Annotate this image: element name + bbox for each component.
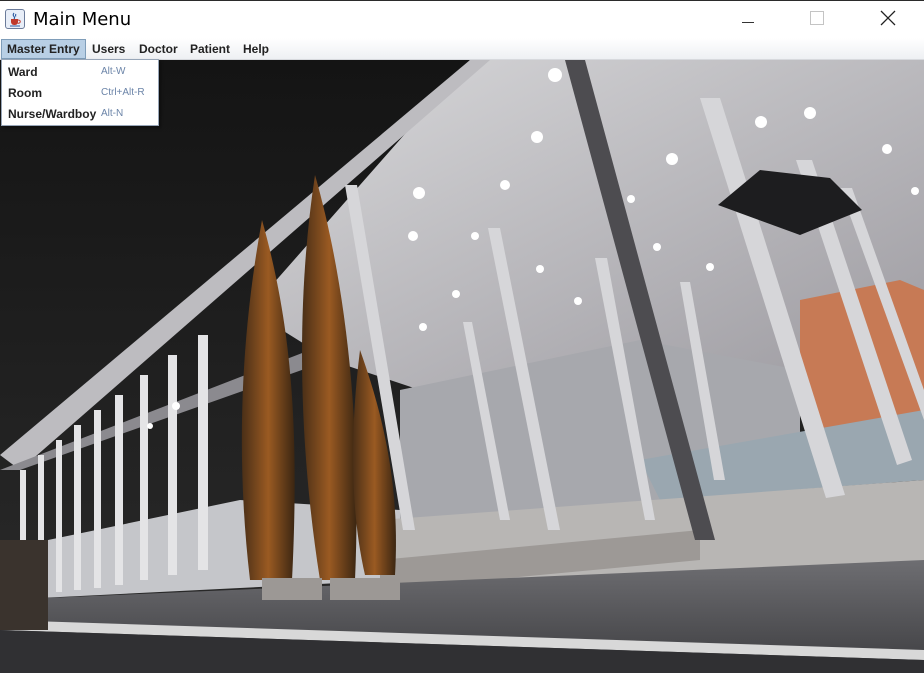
menu-bar: Master Entry Users Doctor Patient Help	[0, 38, 924, 60]
maximize-icon	[810, 10, 824, 30]
menu-help[interactable]: Help	[238, 39, 274, 59]
minimize-icon	[742, 11, 754, 29]
menu-patient[interactable]: Patient	[185, 39, 235, 59]
master-entry-dropdown: Ward Alt-W Room Ctrl+Alt-R Nurse/Wardboy…	[1, 59, 159, 126]
menu-item-room[interactable]: Room Ctrl+Alt-R	[2, 83, 158, 104]
close-icon	[880, 10, 896, 31]
window-title: Main Menu	[33, 9, 132, 30]
close-button[interactable]	[865, 2, 911, 38]
menu-users[interactable]: Users	[87, 39, 130, 59]
minimize-button[interactable]	[725, 2, 771, 38]
background-photo	[0, 60, 924, 673]
menu-doctor[interactable]: Doctor	[134, 39, 183, 59]
menu-item-room-label: Room	[8, 86, 42, 100]
menu-item-nurse-wardboy[interactable]: Nurse/Wardboy Alt-N	[2, 104, 158, 125]
title-bar: Main Menu	[0, 0, 924, 38]
menu-item-nurse-wardboy-shortcut: Alt-N	[101, 108, 124, 119]
menu-master-entry[interactable]: Master Entry	[1, 39, 86, 59]
menu-item-ward-label: Ward	[8, 65, 38, 79]
building-illustration	[0, 60, 924, 673]
menu-item-room-shortcut: Ctrl+Alt-R	[101, 87, 145, 98]
menu-item-nurse-wardboy-label: Nurse/Wardboy	[8, 107, 97, 121]
menu-item-ward[interactable]: Ward Alt-W	[2, 62, 158, 83]
java-cup-icon	[5, 9, 25, 29]
menu-item-ward-shortcut: Alt-W	[101, 66, 126, 77]
maximize-button[interactable]	[794, 2, 840, 38]
